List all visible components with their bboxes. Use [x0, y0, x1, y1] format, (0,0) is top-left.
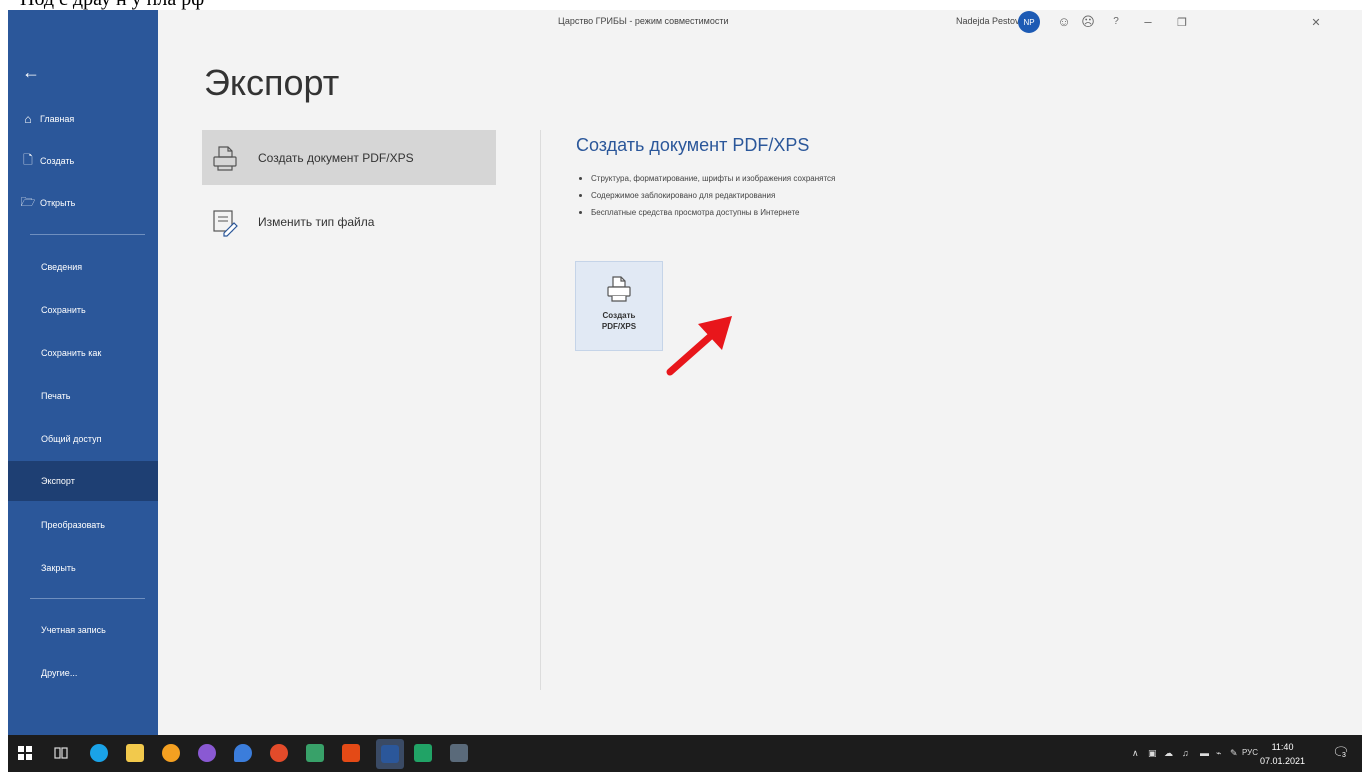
image-viewer-icon[interactable]: [306, 744, 324, 762]
back-button[interactable]: ←: [8, 60, 158, 84]
bullet-dot: [579, 194, 582, 197]
edge-browser-icon[interactable]: [90, 744, 108, 762]
viber-icon[interactable]: [198, 744, 216, 762]
sidebar-item-account[interactable]: Учетная запись: [8, 617, 158, 643]
list-item: Бесплатные средства просмотра доступны в…: [576, 204, 835, 221]
list-item: Структура, форматирование, шрифты и изоб…: [576, 170, 835, 187]
option-change-file-type[interactable]: Изменить тип файла: [202, 194, 496, 249]
sidebar-item-open[interactable]: 🗁 Открыть: [8, 190, 158, 216]
document-text-fragment: Под с драу н у пла рф: [20, 0, 204, 10]
home-icon: ⌂: [24, 112, 32, 126]
create-pdf-xps-button[interactable]: Создать PDF/XPS: [575, 261, 663, 351]
sidebar-item-more[interactable]: Другие...: [8, 660, 158, 686]
sidebar-item-close[interactable]: Закрыть: [8, 555, 158, 581]
printer-document-icon: [213, 145, 237, 171]
sidebar-separator: [30, 234, 145, 235]
office-icon[interactable]: [342, 744, 360, 762]
printer-document-icon: [607, 276, 631, 302]
new-document-icon: 🗋: [23, 152, 33, 167]
backstage-main: Царство ГРИБЫ - режим совместимости Nade…: [158, 10, 1362, 735]
feature-list: Структура, форматирование, шрифты и изоб…: [576, 170, 835, 221]
option-label: Изменить тип файла: [258, 214, 375, 229]
onedrive-cloud-icon[interactable]: ☁: [1164, 748, 1173, 759]
notification-badge: 3: [1341, 752, 1347, 759]
bullet-dot: [579, 177, 582, 180]
option-label: Создать документ PDF/XPS: [258, 150, 414, 165]
backstage-sidebar: ← ⌂ Главная 🗋 Создать 🗁 Открыть Сведения…: [8, 10, 158, 735]
annotation-arrow: [666, 316, 732, 376]
restore-icon[interactable]: ❐: [1174, 16, 1190, 29]
sidebar-item-export[interactable]: Экспорт: [8, 461, 158, 501]
smiley-icon[interactable]: ☺: [1056, 14, 1072, 29]
media-app-icon[interactable]: [270, 744, 288, 762]
sidebar-item-info[interactable]: Сведения: [8, 254, 158, 280]
chevron-up-icon[interactable]: ∧: [1132, 748, 1139, 759]
sidebar-item-print[interactable]: Печать: [8, 383, 158, 409]
file-explorer-icon[interactable]: [126, 744, 144, 762]
page-title: Экспорт: [204, 62, 340, 103]
windows-start-icon[interactable]: [18, 746, 32, 760]
chrome-browser-icon[interactable]: [162, 744, 180, 762]
frown-icon[interactable]: ☹: [1080, 14, 1096, 30]
sidebar-item-home[interactable]: ⌂ Главная: [8, 106, 158, 132]
change-file-type-icon: [213, 209, 238, 237]
language-indicator[interactable]: РУС: [1242, 748, 1258, 757]
document-title: Царство ГРИБЫ - режим совместимости: [558, 16, 729, 26]
sidebar-item-save[interactable]: Сохранить: [8, 297, 158, 323]
help-icon[interactable]: ?: [1108, 16, 1124, 27]
back-arrow-icon: ←: [22, 61, 40, 82]
detail-title: Создать документ PDF/XPS: [576, 135, 810, 155]
volume-icon[interactable]: ♫: [1182, 748, 1189, 758]
windows-taskbar: ∧ ▣ ☁ ♫ ▬ ⌁ ✎ РУС 11:40 07.01.2021 🗨 3: [8, 735, 1362, 772]
folder-open-icon: 🗁: [20, 194, 36, 209]
avatar[interactable]: NP: [1018, 11, 1040, 33]
task-view-icon[interactable]: [54, 746, 68, 760]
word-icon: [381, 745, 399, 763]
list-item: Содержимое заблокировано для редактирова…: [576, 187, 835, 204]
excel-icon[interactable]: [414, 744, 432, 762]
wifi-icon[interactable]: ⌁: [1216, 748, 1221, 759]
sidebar-item-transform[interactable]: Преобразовать: [8, 512, 158, 538]
clock[interactable]: 11:40 07.01.2021: [1260, 740, 1305, 768]
option-create-pdf-xps[interactable]: Создать документ PDF/XPS: [202, 130, 496, 185]
user-name[interactable]: Nadejda Pestova: [956, 16, 1025, 26]
calculator-icon[interactable]: [450, 744, 468, 762]
notification-center-button[interactable]: 🗨 3: [1332, 744, 1350, 762]
paint-drop-icon[interactable]: [234, 744, 252, 762]
sidebar-item-new[interactable]: 🗋 Создать: [8, 148, 158, 174]
clock-date: 07.01.2021: [1260, 756, 1306, 766]
title-bar: Царство ГРИБЫ - режим совместимости Nade…: [158, 10, 1362, 40]
minimize-icon[interactable]: –: [1140, 14, 1156, 29]
sidebar-item-share[interactable]: Общий доступ: [8, 426, 158, 452]
clock-time: 11:40: [1271, 742, 1294, 752]
create-pdf-xps-label: Создать PDF/XPS: [601, 311, 637, 331]
pen-icon[interactable]: ✎: [1230, 748, 1238, 759]
sidebar-item-save-as[interactable]: Сохранить как: [8, 340, 158, 366]
document-top-strip: Под с драу н у пла рф: [0, 0, 1362, 10]
panel-divider: [540, 130, 541, 690]
system-tray-icon[interactable]: ▣: [1148, 748, 1157, 759]
word-taskbar-highlight[interactable]: [376, 739, 404, 769]
close-icon[interactable]: ✕: [1308, 16, 1324, 29]
sidebar-separator: [30, 598, 145, 599]
battery-icon[interactable]: ▬: [1200, 748, 1209, 758]
bullet-dot: [579, 211, 582, 214]
